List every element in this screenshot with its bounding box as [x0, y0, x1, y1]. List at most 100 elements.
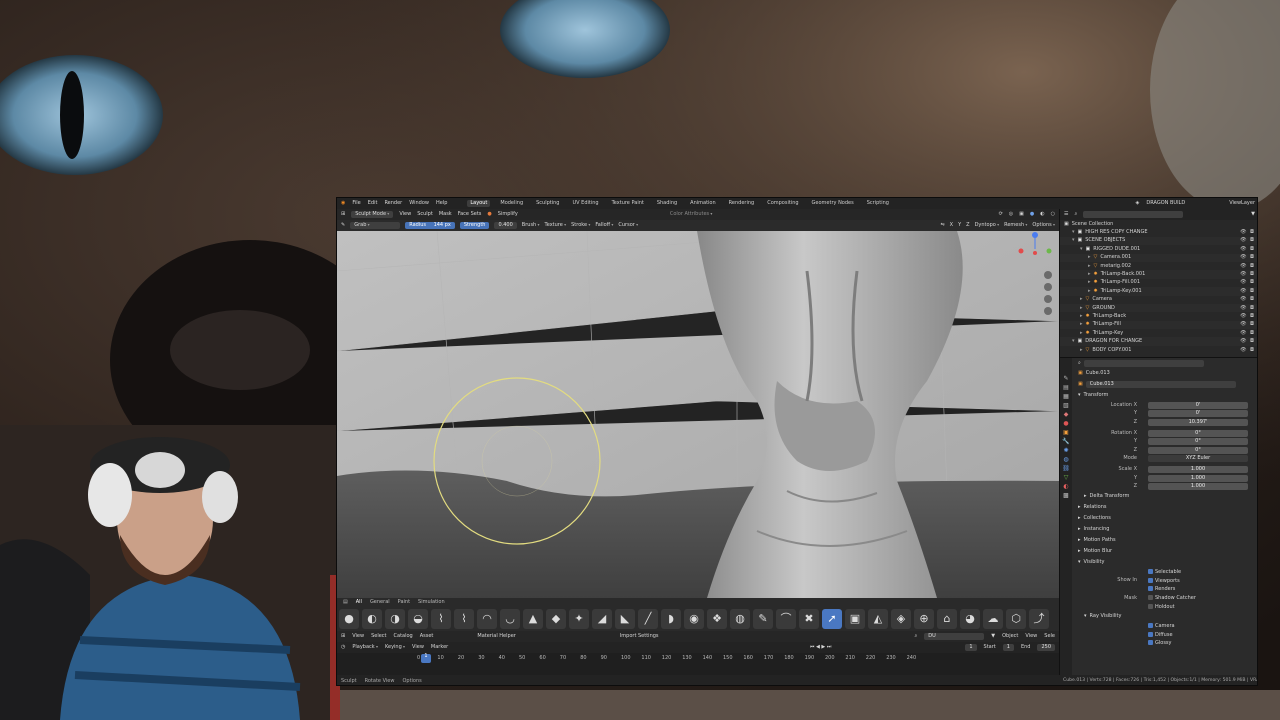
- scene-selector[interactable]: DRAGON BUILD: [1146, 201, 1185, 206]
- outliner-item[interactable]: ▸ ▽ GROUND 👁 ◘: [1060, 303, 1257, 313]
- instancing-panel[interactable]: ▸ Instancing: [1074, 524, 1257, 535]
- motion-blur-panel[interactable]: ▸ Motion Blur: [1074, 546, 1257, 557]
- expand-arrow-icon[interactable]: ▸: [1088, 255, 1091, 260]
- brush-tool-button[interactable]: ⌇: [454, 608, 474, 629]
- simplify-icon[interactable]: ●: [487, 212, 491, 217]
- filter-icon[interactable]: ▼: [991, 634, 995, 639]
- end-frame-field[interactable]: 250: [1037, 644, 1055, 651]
- brush-tool-button[interactable]: ▣: [845, 608, 865, 629]
- visibility-toggle-icon[interactable]: 👁 ◘: [1240, 313, 1255, 319]
- location-y-field[interactable]: 0': [1148, 410, 1248, 418]
- motion-paths-panel[interactable]: ▸ Motion Paths: [1074, 535, 1257, 546]
- visibility-toggle-icon[interactable]: 👁 ◘: [1240, 263, 1255, 269]
- relations-panel[interactable]: ▸ Relations: [1074, 502, 1257, 513]
- brush-tab-paint[interactable]: Paint: [398, 599, 410, 605]
- particles-tab-icon[interactable]: ✺: [1063, 448, 1068, 454]
- menu-view[interactable]: View: [399, 212, 411, 217]
- delta-transform-panel[interactable]: ▸ Delta Transform: [1074, 491, 1257, 502]
- outliner-item[interactable]: ▾ ▣ DRAGON FOR CHANGE 👁 ◘: [1060, 337, 1257, 346]
- outliner-item[interactable]: ▸ ✸ TriLamp-Fill.001 👁 ◘: [1060, 279, 1257, 287]
- expand-arrow-icon[interactable]: ▾: [1072, 230, 1075, 235]
- menu-select[interactable]: Select: [371, 634, 386, 639]
- menu-stroke[interactable]: Stroke: [571, 223, 590, 228]
- brush-tool-button[interactable]: ●: [339, 608, 359, 629]
- outliner-editor-icon[interactable]: ☰: [1064, 212, 1068, 217]
- brush-tool-button[interactable]: ✖: [799, 608, 819, 629]
- menu-texture[interactable]: Texture: [545, 223, 567, 228]
- holdout-checkbox[interactable]: Holdout: [1148, 603, 1175, 610]
- view-layer-selector[interactable]: ViewLayer: [1229, 201, 1255, 206]
- brush-tool-button[interactable]: ◣: [615, 608, 635, 629]
- tab-shading[interactable]: Shading: [654, 200, 680, 207]
- menu-file[interactable]: File: [352, 201, 360, 206]
- brush-tool-button[interactable]: ☁: [983, 608, 1003, 629]
- brush-tool-button[interactable]: ⌇: [431, 608, 451, 629]
- object-name-field[interactable]: Cube.013: [1085, 381, 1236, 388]
- shading-rendered-icon[interactable]: ○: [1051, 212, 1055, 217]
- visibility-toggle-icon[interactable]: 👁 ◘: [1240, 347, 1255, 353]
- editor-type-icon[interactable]: ⊞: [341, 634, 345, 639]
- outliner-item[interactable]: ▾ ▣ RIGGED DUDE.001 👁 ◘: [1060, 245, 1257, 253]
- menu-playback[interactable]: Playback: [352, 645, 378, 650]
- visibility-toggle-icon[interactable]: 👁 ◘: [1240, 339, 1255, 344]
- playhead[interactable]: 1: [421, 654, 431, 663]
- expand-arrow-icon[interactable]: ▾: [1080, 246, 1083, 252]
- tab-rendering[interactable]: Rendering: [726, 200, 758, 207]
- expand-arrow-icon[interactable]: ▸: [1080, 347, 1083, 353]
- outliner-scene-collection[interactable]: ▣ Scene Collection: [1060, 220, 1257, 228]
- axis-z-toggle[interactable]: Z: [966, 223, 969, 228]
- visibility-toggle-icon[interactable]: 👁 ◘: [1240, 255, 1255, 260]
- transform-panel-header[interactable]: ▾ Transform: [1074, 390, 1257, 401]
- visibility-toggle-icon[interactable]: 👁 ◘: [1240, 330, 1255, 336]
- playback-controls[interactable]: ⏮ ◀ ▶ ⏭: [810, 645, 831, 650]
- menu-asset[interactable]: Asset: [420, 634, 434, 639]
- outliner-item[interactable]: ▸ ✸ TriLamp-Back 👁 ◘: [1060, 312, 1257, 320]
- strength-value[interactable]: 0.400: [494, 222, 517, 229]
- expand-arrow-icon[interactable]: ▸: [1088, 272, 1091, 277]
- menu-catalog[interactable]: Catalog: [394, 634, 413, 639]
- remesh-dropdown[interactable]: Remesh: [1004, 223, 1027, 228]
- outliner-item[interactable]: ▸ ▽ BODY COPY.001 👁 ◘: [1060, 346, 1257, 354]
- timeline[interactable]: 0 10 20 30 40 50 60 70 80 90 100 110 120 130 140 150 160…: [337, 653, 1059, 675]
- options-dropdown[interactable]: Options: [1032, 223, 1055, 228]
- visibility-panel-header[interactable]: ▾ Visibility: [1074, 557, 1257, 568]
- menu-cursor[interactable]: Cursor: [618, 223, 638, 228]
- current-frame-field[interactable]: 1: [965, 644, 977, 651]
- mode-selector[interactable]: Sculpt Mode: [351, 211, 394, 218]
- tab-geometry-nodes[interactable]: Geometry Nodes: [809, 200, 857, 207]
- menu-view-2[interactable]: View: [1025, 634, 1037, 639]
- axis-y-toggle[interactable]: Y: [958, 223, 961, 228]
- brush-tool-button[interactable]: ⤴: [1029, 608, 1049, 629]
- brush-tab-all[interactable]: All: [356, 599, 362, 605]
- tab-modeling[interactable]: Modeling: [497, 200, 526, 207]
- outliner-item[interactable]: ▸ ▽ Camera 👁 ◘: [1060, 296, 1257, 304]
- expand-arrow-icon[interactable]: ▸: [1080, 297, 1083, 302]
- outliner-item[interactable]: ▸ ▽ Camera.001 👁 ◘: [1060, 253, 1257, 262]
- radius-field[interactable]: Radius 144 px: [405, 222, 455, 229]
- expand-arrow-icon[interactable]: ▸: [1080, 305, 1083, 311]
- visibility-toggle-icon[interactable]: 👁 ◘: [1240, 288, 1255, 294]
- viewports-checkbox[interactable]: Viewports: [1148, 577, 1180, 584]
- brush-tool-button[interactable]: ❖: [707, 608, 727, 629]
- axis-x-toggle[interactable]: X: [950, 223, 953, 228]
- location-x-field[interactable]: 0': [1148, 401, 1248, 409]
- menu-edit[interactable]: Edit: [368, 201, 378, 206]
- material-helper-dropdown[interactable]: Material Helper: [477, 634, 515, 639]
- gizmo-toggle-icon[interactable]: ⟳: [999, 212, 1003, 217]
- brush-tool-button[interactable]: ⌒: [776, 608, 796, 629]
- location-z-field[interactable]: 10.397': [1148, 418, 1248, 426]
- 3d-viewport[interactable]: [337, 231, 1059, 598]
- timeline-editor-icon[interactable]: ◷: [341, 645, 345, 650]
- blender-logo-icon[interactable]: ◉: [341, 201, 345, 206]
- menu-window[interactable]: Window: [409, 201, 429, 206]
- brush-tool-button[interactable]: ◍: [730, 608, 750, 629]
- brush-tool-button[interactable]: ◡: [500, 608, 520, 629]
- color-attributes-dropdown[interactable]: Color Attributes: [670, 212, 713, 217]
- overlay-toggle-icon[interactable]: ◎: [1009, 212, 1013, 217]
- shading-material-icon[interactable]: ◐: [1040, 212, 1044, 217]
- brush-tool-button[interactable]: ◭: [868, 608, 888, 629]
- menu-brush[interactable]: Brush: [522, 223, 540, 228]
- modifier-tab-icon[interactable]: 🔧: [1062, 439, 1069, 445]
- brush-tool-button[interactable]: ▲: [523, 608, 543, 629]
- selectable-checkbox[interactable]: Selectable: [1148, 569, 1181, 575]
